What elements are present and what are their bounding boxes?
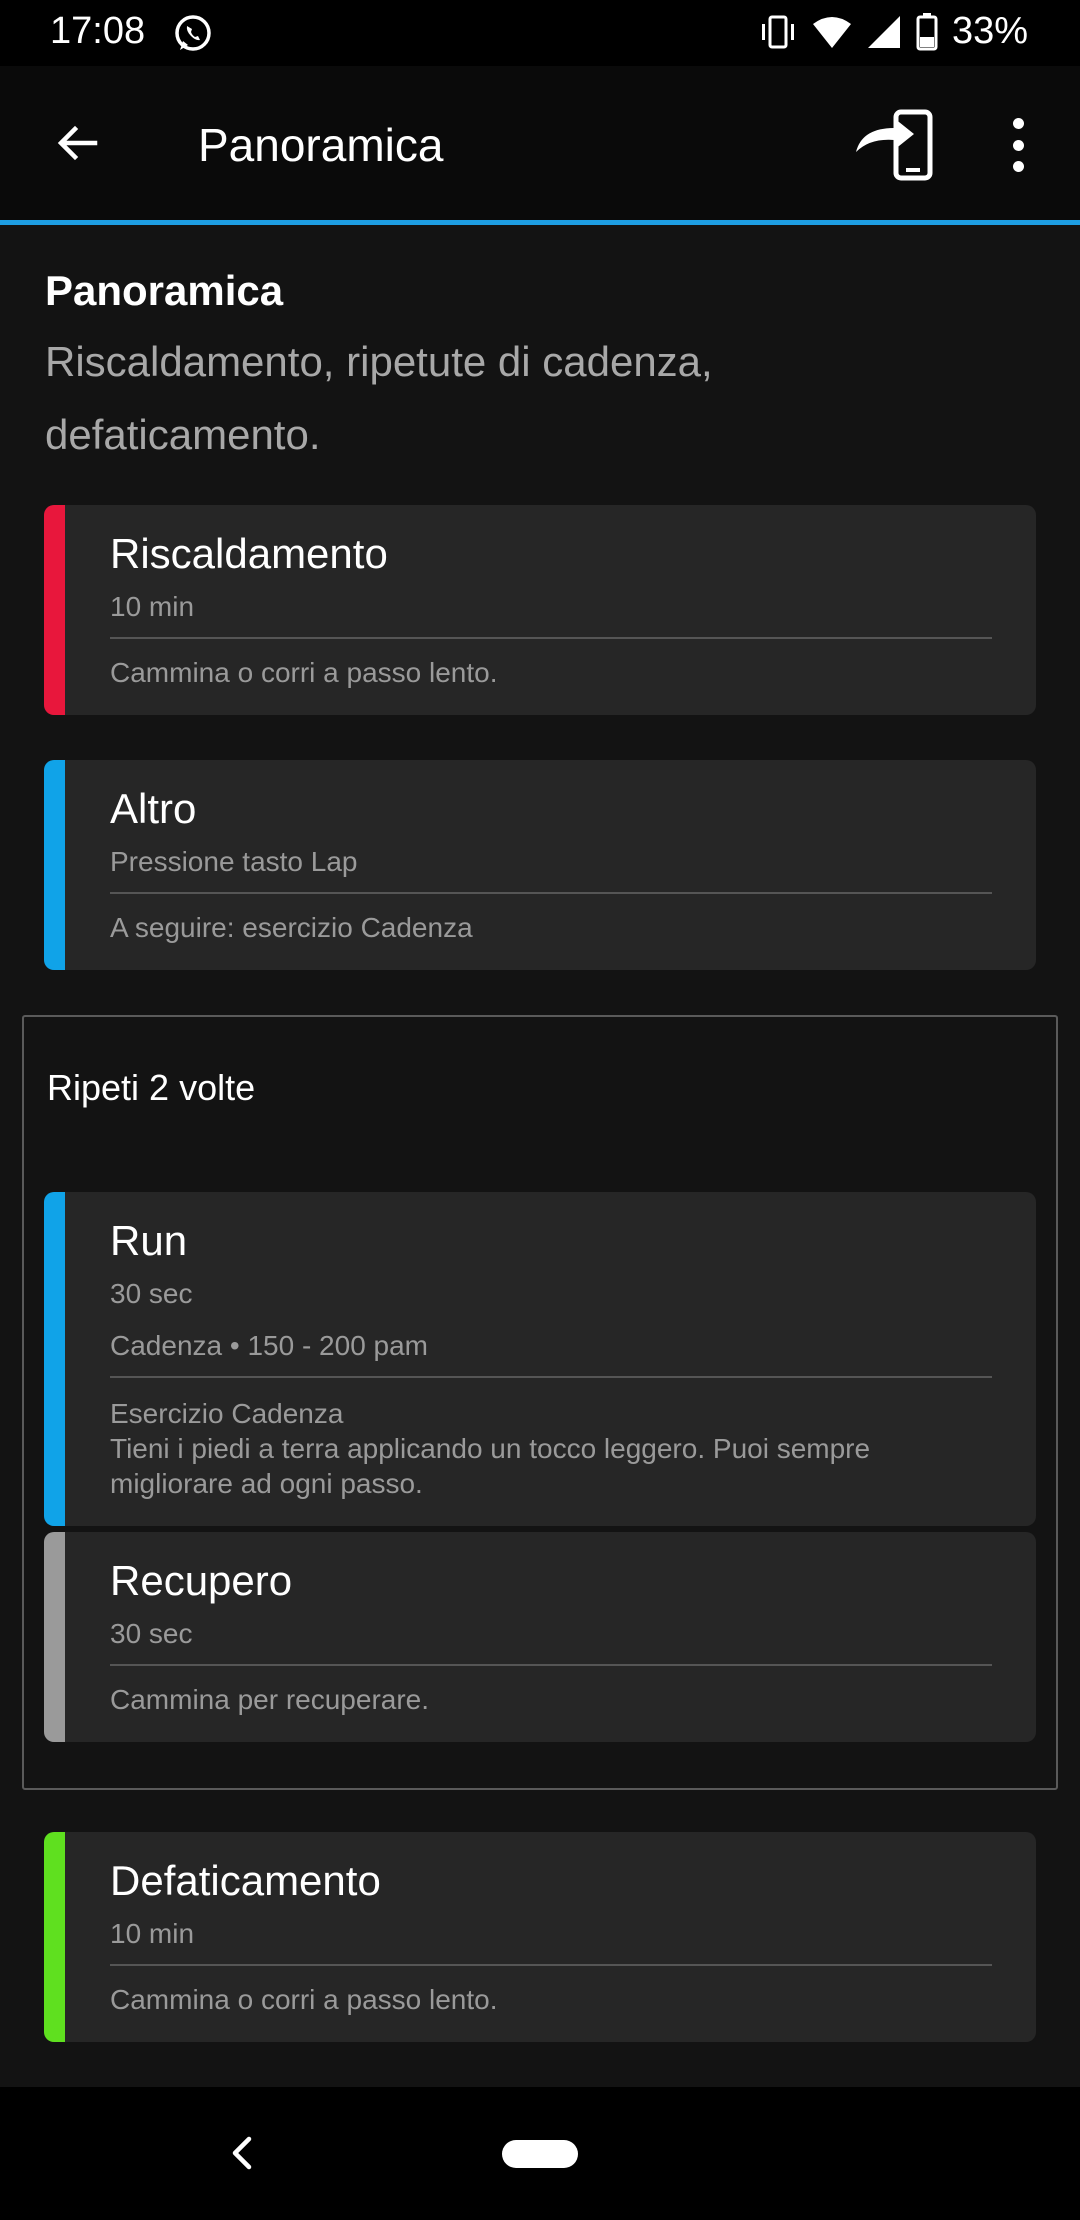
step-note-title: Esercizio Cadenza — [110, 1398, 344, 1429]
step-note: Cammina o corri a passo lento. — [110, 657, 498, 688]
battery-icon — [916, 12, 938, 50]
step-card-run[interactable]: Run 30 sec Cadenza • 150 - 200 pam Eserc… — [44, 1192, 1036, 1526]
step-card-recovery[interactable]: Recupero 30 sec Cammina per recuperare. — [44, 1532, 1036, 1742]
back-button[interactable] — [40, 110, 114, 176]
nav-back-button[interactable] — [220, 2131, 264, 2175]
status-time: 17:08 — [50, 10, 146, 52]
repeat-label: Ripeti 2 volte — [47, 1067, 256, 1108]
send-to-device-icon — [856, 109, 933, 181]
step-color-stripe — [44, 505, 65, 715]
step-card-other[interactable]: Altro Pressione tasto Lap A seguire: ese… — [44, 760, 1036, 970]
whatsapp-icon — [175, 15, 211, 51]
vibrate-icon — [761, 15, 794, 48]
step-color-stripe — [44, 1532, 65, 1742]
step-divider — [110, 892, 992, 894]
step-title: Run — [110, 1217, 188, 1264]
step-duration: 30 sec — [110, 1278, 193, 1309]
step-title: Defaticamento — [110, 1857, 381, 1904]
status-icons: 33% — [758, 10, 1028, 53]
nav-home-pill[interactable] — [502, 2140, 578, 2168]
system-nav-bar — [0, 2087, 1080, 2220]
signal-icon — [867, 15, 900, 48]
step-divider — [110, 637, 992, 639]
more-vert-icon — [1012, 118, 1024, 129]
step-target: Cadenza • 150 - 200 pam — [110, 1330, 429, 1361]
overview-title: Panoramica — [45, 267, 284, 314]
status-bar: 17:08 33% — [0, 0, 1080, 66]
step-note: Cammina o corri a passo lento. — [110, 1984, 498, 2015]
workout-content[interactable]: Panoramica Riscaldamento, ripetute di ca… — [0, 225, 1080, 2087]
step-card-warmup[interactable]: Riscaldamento 10 min Cammina o corri a p… — [44, 505, 1036, 715]
step-color-stripe — [44, 760, 65, 970]
step-title: Altro — [110, 785, 197, 832]
step-title: Recupero — [110, 1557, 293, 1604]
step-note: A seguire: esercizio Cadenza — [110, 912, 473, 943]
wifi-icon — [812, 16, 851, 48]
step-color-stripe — [44, 1192, 65, 1526]
step-title: Riscaldamento — [110, 530, 388, 577]
more-options-button[interactable] — [996, 110, 1040, 180]
nav-back-icon — [232, 2136, 252, 2170]
page-title: Panoramica — [198, 119, 444, 171]
back-arrow-icon — [57, 125, 98, 161]
step-divider — [110, 1376, 992, 1378]
step-duration: Pressione tasto Lap — [110, 846, 358, 877]
app-bar: Panoramica — [0, 66, 1080, 220]
step-duration: 10 min — [110, 1918, 195, 1949]
step-card-cooldown[interactable]: Defaticamento 10 min Cammina o corri a p… — [44, 1832, 1036, 2042]
step-note: Cammina per recuperare. — [110, 1684, 430, 1715]
step-divider — [110, 1664, 992, 1666]
overview-description: Riscaldamento, ripetute di cadenza, defa… — [45, 338, 713, 458]
step-divider — [110, 1964, 992, 1966]
battery-percent: 33% — [951, 10, 1028, 52]
step-color-stripe — [44, 1832, 65, 2042]
send-to-device-button[interactable] — [852, 106, 942, 184]
step-note: Tieni i piedi a terra applicando un tocc… — [110, 1433, 871, 1499]
step-duration: 10 min — [110, 591, 195, 622]
step-duration: 30 sec — [110, 1618, 193, 1649]
